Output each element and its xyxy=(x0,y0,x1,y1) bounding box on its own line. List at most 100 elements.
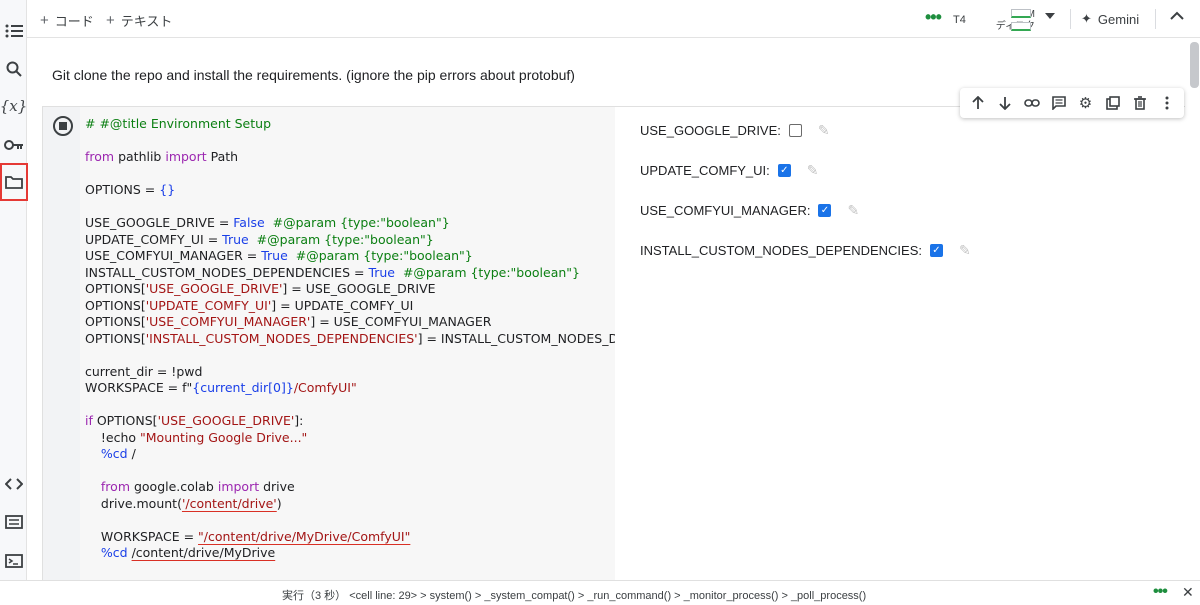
runtime-dropdown-icon[interactable] xyxy=(1045,13,1055,19)
checkbox[interactable]: ✓ xyxy=(818,204,832,217)
pencil-icon[interactable]: ✎ xyxy=(807,162,819,179)
ram-meter xyxy=(1011,9,1031,18)
checkbox[interactable]: ✓ xyxy=(777,164,791,177)
form-field-use-google-drive: USE_GOOGLE_DRIVE: ✎ xyxy=(640,122,830,139)
code-snippets-icon[interactable] xyxy=(0,470,27,498)
code-token: import xyxy=(217,479,260,494)
disk-meter xyxy=(1011,22,1031,31)
code-token: {} xyxy=(159,182,176,197)
stop-execution-button[interactable] xyxy=(53,116,73,136)
code-token: %cd xyxy=(100,545,128,560)
variables-icon[interactable]: {x} xyxy=(0,92,27,120)
checkbox[interactable] xyxy=(788,124,802,137)
more-options-icon[interactable] xyxy=(1156,92,1178,114)
search-icon[interactable] xyxy=(0,55,27,83)
cell-gutter xyxy=(43,107,80,580)
resource-meters[interactable] xyxy=(1011,9,1031,35)
collapse-icon[interactable] xyxy=(1170,8,1184,26)
execution-status[interactable]: 実行（3 秒） <cell line: 29> > system() > _sy… xyxy=(282,587,866,603)
code-token: ] = UPDATE_COMFY_UI xyxy=(271,297,414,313)
checkbox[interactable]: ✓ xyxy=(929,244,943,257)
code-token: True xyxy=(368,264,395,280)
code-token: /content/drive/MyDrive xyxy=(131,545,276,560)
close-icon[interactable]: ✕ xyxy=(1182,584,1194,601)
markdown-cell[interactable]: Git clone the repo and install the requi… xyxy=(52,67,575,83)
code-token: INSTALL_CUSTOM_NODES_DEPENDENCIES = xyxy=(85,264,369,280)
code-line: !echo "Mounting Google Drive..." xyxy=(85,430,615,447)
form-panel: USE_GOOGLE_DRIVE: ✎ UPDATE_COMFY_UI: ✓ ✎… xyxy=(615,107,1185,580)
command-palette-icon[interactable] xyxy=(0,508,27,536)
code-token: 'UPDATE_COMFY_UI' xyxy=(145,297,272,313)
code-token: OPTIONS[ xyxy=(85,314,146,329)
code-token: True xyxy=(222,231,249,247)
busy-indicator-icon[interactable]: ••• xyxy=(1153,583,1168,601)
runtime-type[interactable]: T4 xyxy=(953,14,966,26)
code-token: pathlib xyxy=(114,149,166,164)
field-label: USE_GOOGLE_DRIVE: xyxy=(640,123,781,138)
code-line: # #@title Environment Setup xyxy=(85,116,615,133)
code-token: WORKSPACE = xyxy=(85,528,199,544)
delete-trash-icon[interactable] xyxy=(1129,92,1151,114)
terminal-icon[interactable] xyxy=(0,547,27,575)
code-line: current_dir = !pwd xyxy=(85,364,615,381)
link-icon[interactable] xyxy=(1021,92,1043,114)
code-token: OPTIONS[ xyxy=(85,281,146,296)
code-line: WORKSPACE = f"{current_dir[0]}/ComfyUI" xyxy=(85,380,615,397)
code-token: /ComfyUI" xyxy=(293,380,357,395)
code-token: {current_dir[0]} xyxy=(192,380,294,395)
pencil-icon[interactable]: ✎ xyxy=(959,242,971,259)
scrollbar-thumb[interactable] xyxy=(1190,42,1199,88)
code-token: ] = INSTALL_CUSTOM_NODES_DEI xyxy=(417,330,615,346)
settings-gear-icon[interactable]: ⚙ xyxy=(1075,92,1097,114)
move-up-icon[interactable] xyxy=(967,92,989,114)
code-line: OPTIONS['USE_GOOGLE_DRIVE'] = USE_GOOGLE… xyxy=(85,281,615,298)
field-label: INSTALL_CUSTOM_NODES_DEPENDENCIES: xyxy=(640,243,922,258)
toolbar-divider xyxy=(1070,9,1071,29)
code-line: WORKSPACE = "/content/drive/MyDrive/Comf… xyxy=(85,529,615,546)
scrollbar-track[interactable] xyxy=(1187,38,1200,578)
code-line: OPTIONS = {} xyxy=(85,182,615,199)
code-token: google.colab xyxy=(130,479,218,494)
pencil-icon[interactable]: ✎ xyxy=(847,202,859,219)
folder-icon[interactable] xyxy=(0,163,28,201)
code-line: %cd / xyxy=(85,446,615,463)
code-token: USE_COMFYUI_MANAGER = xyxy=(85,248,262,263)
add-code-button[interactable]: + コード xyxy=(40,11,94,30)
code-token: 'USE_COMFYUI_MANAGER' xyxy=(145,314,311,329)
move-down-icon[interactable] xyxy=(994,92,1016,114)
code-token: OPTIONS[ xyxy=(92,413,158,428)
comment-icon[interactable] xyxy=(1048,92,1070,114)
code-token: False xyxy=(233,215,265,230)
code-line: OPTIONS['UPDATE_COMFY_UI'] = UPDATE_COMF… xyxy=(85,298,615,315)
gemini-button[interactable]: ✦ Gemini xyxy=(1081,11,1139,27)
form-field-use-comfyui-manager: USE_COMFYUI_MANAGER: ✓ ✎ xyxy=(640,202,859,219)
code-token: / xyxy=(127,446,136,461)
pencil-icon[interactable]: ✎ xyxy=(818,122,830,139)
left-sidebar: {x} xyxy=(0,0,28,605)
table-of-contents-icon[interactable] xyxy=(0,17,27,45)
code-token: ) xyxy=(276,495,282,511)
key-icon[interactable] xyxy=(0,131,27,159)
stop-icon xyxy=(59,122,67,130)
code-line: OPTIONS['USE_COMFYUI_MANAGER'] = USE_COM… xyxy=(85,314,615,331)
code-line: %cd /content/drive/MyDrive xyxy=(85,545,615,562)
code-token: %cd xyxy=(100,446,128,461)
code-token: #@param {type:"boolean"} xyxy=(256,231,434,247)
add-text-button[interactable]: + テキスト xyxy=(106,11,172,30)
code-editor[interactable]: # #@title Environment Setup from pathlib… xyxy=(80,107,615,580)
busy-indicator-icon[interactable]: ••• xyxy=(925,8,942,26)
code-token: 'INSTALL_CUSTOM_NODES_DEPENDENCIES' xyxy=(145,330,418,346)
code-cell[interactable]: # #@title Environment Setup from pathlib… xyxy=(42,106,1185,580)
open-in-tab-icon[interactable] xyxy=(1102,92,1124,114)
code-line: drive.mount('/content/drive') xyxy=(85,496,615,513)
